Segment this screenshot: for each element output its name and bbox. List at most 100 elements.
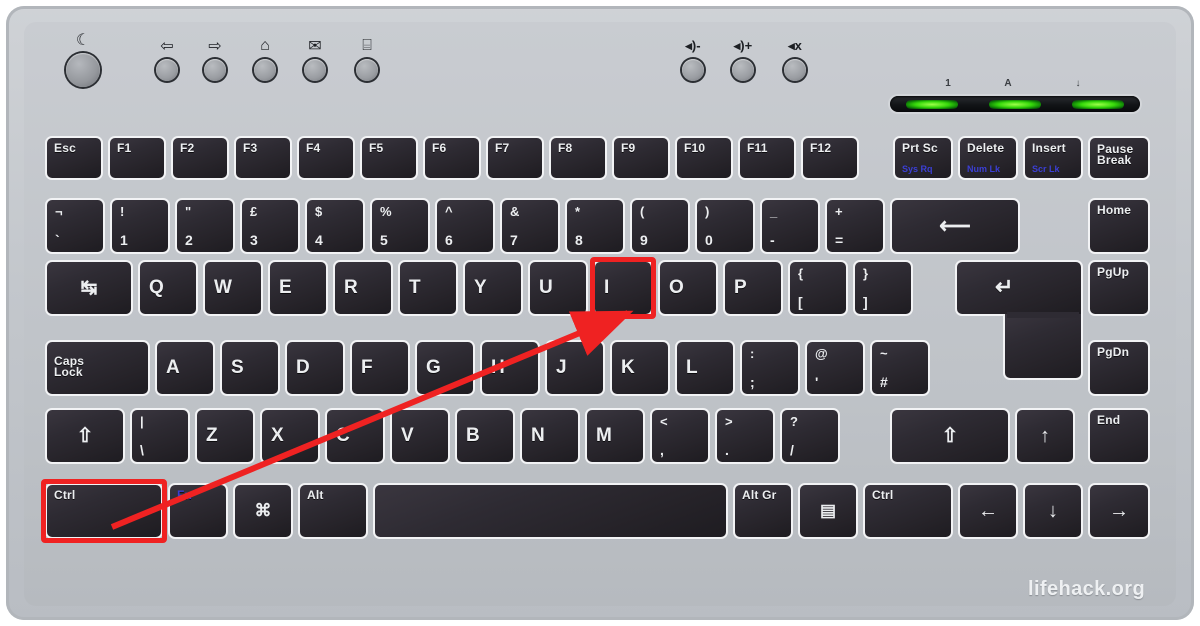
key-j[interactable]: J xyxy=(545,340,605,396)
key-page-up[interactable]: PgUp xyxy=(1088,260,1150,316)
key-shift-left[interactable]: ⇧ xyxy=(45,408,125,464)
key-digit-4[interactable]: $4 xyxy=(305,198,365,254)
key-o[interactable]: O xyxy=(658,260,718,316)
key-semicolon[interactable]: :; xyxy=(740,340,800,396)
key-period[interactable]: >. xyxy=(715,408,775,464)
key-digit-0[interactable]: ) 0 xyxy=(695,198,755,254)
key-f7[interactable]: F7 xyxy=(486,136,544,180)
hotkey-mute[interactable]: ◂x xyxy=(778,36,812,81)
hotkey-button[interactable] xyxy=(784,59,806,81)
key-f8[interactable]: F8 xyxy=(549,136,607,180)
key-digit-3[interactable]: £3 xyxy=(240,198,300,254)
key-h[interactable]: H xyxy=(480,340,540,396)
key-b[interactable]: B xyxy=(455,408,515,464)
key-s[interactable]: S xyxy=(220,340,280,396)
key-digit-9[interactable]: (9 xyxy=(630,198,690,254)
key-shift-right[interactable]: ⇧ xyxy=(890,408,1010,464)
hotkey-mail[interactable]: ✉ xyxy=(298,36,332,81)
hotkey-button[interactable] xyxy=(356,59,378,81)
key-tab[interactable]: ↹ xyxy=(45,260,133,316)
key-n[interactable]: N xyxy=(520,408,580,464)
key-esc[interactable]: Esc xyxy=(45,136,103,180)
key-windows[interactable]: ⌘ xyxy=(233,483,293,539)
key-f3[interactable]: F3 xyxy=(234,136,292,180)
key-end[interactable]: End xyxy=(1088,408,1150,464)
key-digit-7[interactable]: & 7 xyxy=(500,198,560,254)
key-backtick[interactable]: ¬ ` xyxy=(45,198,105,254)
key-k[interactable]: K xyxy=(610,340,670,396)
hotkey-button[interactable] xyxy=(156,59,178,81)
key-digit-2[interactable]: " 2 xyxy=(175,198,235,254)
key-insert[interactable]: Insert Scr Lk xyxy=(1023,136,1083,180)
hotkey-button[interactable] xyxy=(204,59,226,81)
hotkey-window-switch[interactable]: ⌸ xyxy=(350,36,384,81)
hotkey-button[interactable] xyxy=(682,59,704,81)
key-delete[interactable]: Delete Num Lk xyxy=(958,136,1018,180)
key-caps-lock[interactable]: Caps Lock xyxy=(45,340,150,396)
key-m[interactable]: M xyxy=(585,408,645,464)
key-x[interactable]: X xyxy=(260,408,320,464)
key-ctrl-left[interactable]: Ctrl xyxy=(45,483,163,539)
key-bracket-left[interactable]: {[ xyxy=(788,260,848,316)
hotkey-button[interactable] xyxy=(304,59,326,81)
key-arrow-left[interactable]: ← xyxy=(958,483,1018,539)
hotkey-volume-up[interactable]: ◂)+ xyxy=(726,36,760,81)
key-digit-5[interactable]: % 5 xyxy=(370,198,430,254)
key-hash[interactable]: ~ # xyxy=(870,340,930,396)
key-d[interactable]: D xyxy=(285,340,345,396)
key-f12[interactable]: F12 xyxy=(801,136,859,180)
key-f1[interactable]: F1 xyxy=(108,136,166,180)
key-comma[interactable]: <, xyxy=(650,408,710,464)
key-equals[interactable]: + = xyxy=(825,198,885,254)
key-r[interactable]: R xyxy=(333,260,393,316)
hotkey-home[interactable]: ⌂ xyxy=(248,36,282,81)
key-z[interactable]: Z xyxy=(195,408,255,464)
key-backslash[interactable]: | \ xyxy=(130,408,190,464)
key-enter-lower[interactable] xyxy=(1003,314,1083,380)
key-f[interactable]: F xyxy=(350,340,410,396)
key-arrow-down[interactable]: ↓ xyxy=(1023,483,1083,539)
key-f5[interactable]: F5 xyxy=(360,136,418,180)
key-p[interactable]: P xyxy=(723,260,783,316)
key-u[interactable]: U xyxy=(528,260,588,316)
key-f10[interactable]: F10 xyxy=(675,136,733,180)
key-home[interactable]: Home xyxy=(1088,198,1150,254)
key-f4[interactable]: F4 xyxy=(297,136,355,180)
key-backspace[interactable]: ⟵ xyxy=(890,198,1020,254)
hotkey-browser-back[interactable]: ⇦ xyxy=(150,36,184,81)
key-arrow-up[interactable]: ↑ xyxy=(1015,408,1075,464)
key-alt-gr[interactable]: Alt Gr xyxy=(733,483,793,539)
key-a[interactable]: A xyxy=(155,340,215,396)
key-digit-6[interactable]: ^ 6 xyxy=(435,198,495,254)
key-menu[interactable]: ▤ xyxy=(798,483,858,539)
key-fn[interactable]: Fn xyxy=(168,483,228,539)
key-slash[interactable]: ? / xyxy=(780,408,840,464)
key-print-screen[interactable]: Prt Sc Sys Rq xyxy=(893,136,953,180)
key-page-down[interactable]: PgDn xyxy=(1088,340,1150,396)
key-f9[interactable]: F9 xyxy=(612,136,670,180)
key-i[interactable]: I xyxy=(593,260,653,316)
key-apostrophe[interactable]: @ ' xyxy=(805,340,865,396)
hotkey-volume-down[interactable]: ◂)- xyxy=(676,36,710,81)
key-space[interactable] xyxy=(373,483,728,539)
hotkey-button[interactable] xyxy=(732,59,754,81)
hotkey-button[interactable] xyxy=(254,59,276,81)
key-f2[interactable]: F2 xyxy=(171,136,229,180)
key-y[interactable]: Y xyxy=(463,260,523,316)
key-v[interactable]: V xyxy=(390,408,450,464)
key-c[interactable]: C xyxy=(325,408,385,464)
key-pause-break[interactable]: Pause Break xyxy=(1088,136,1150,180)
key-arrow-right[interactable]: → xyxy=(1088,483,1150,539)
key-w[interactable]: W xyxy=(203,260,263,316)
key-e[interactable]: E xyxy=(268,260,328,316)
key-t[interactable]: T xyxy=(398,260,458,316)
key-bracket-right[interactable]: }] xyxy=(853,260,913,316)
hotkey-sleep-moon[interactable]: ☾ xyxy=(66,30,100,87)
key-digit-1[interactable]: ! 1 xyxy=(110,198,170,254)
key-q[interactable]: Q xyxy=(138,260,198,316)
key-alt-left[interactable]: Alt xyxy=(298,483,368,539)
key-f6[interactable]: F6 xyxy=(423,136,481,180)
key-digit-8[interactable]: * 8 xyxy=(565,198,625,254)
hotkey-button[interactable] xyxy=(66,53,100,87)
key-l[interactable]: L xyxy=(675,340,735,396)
